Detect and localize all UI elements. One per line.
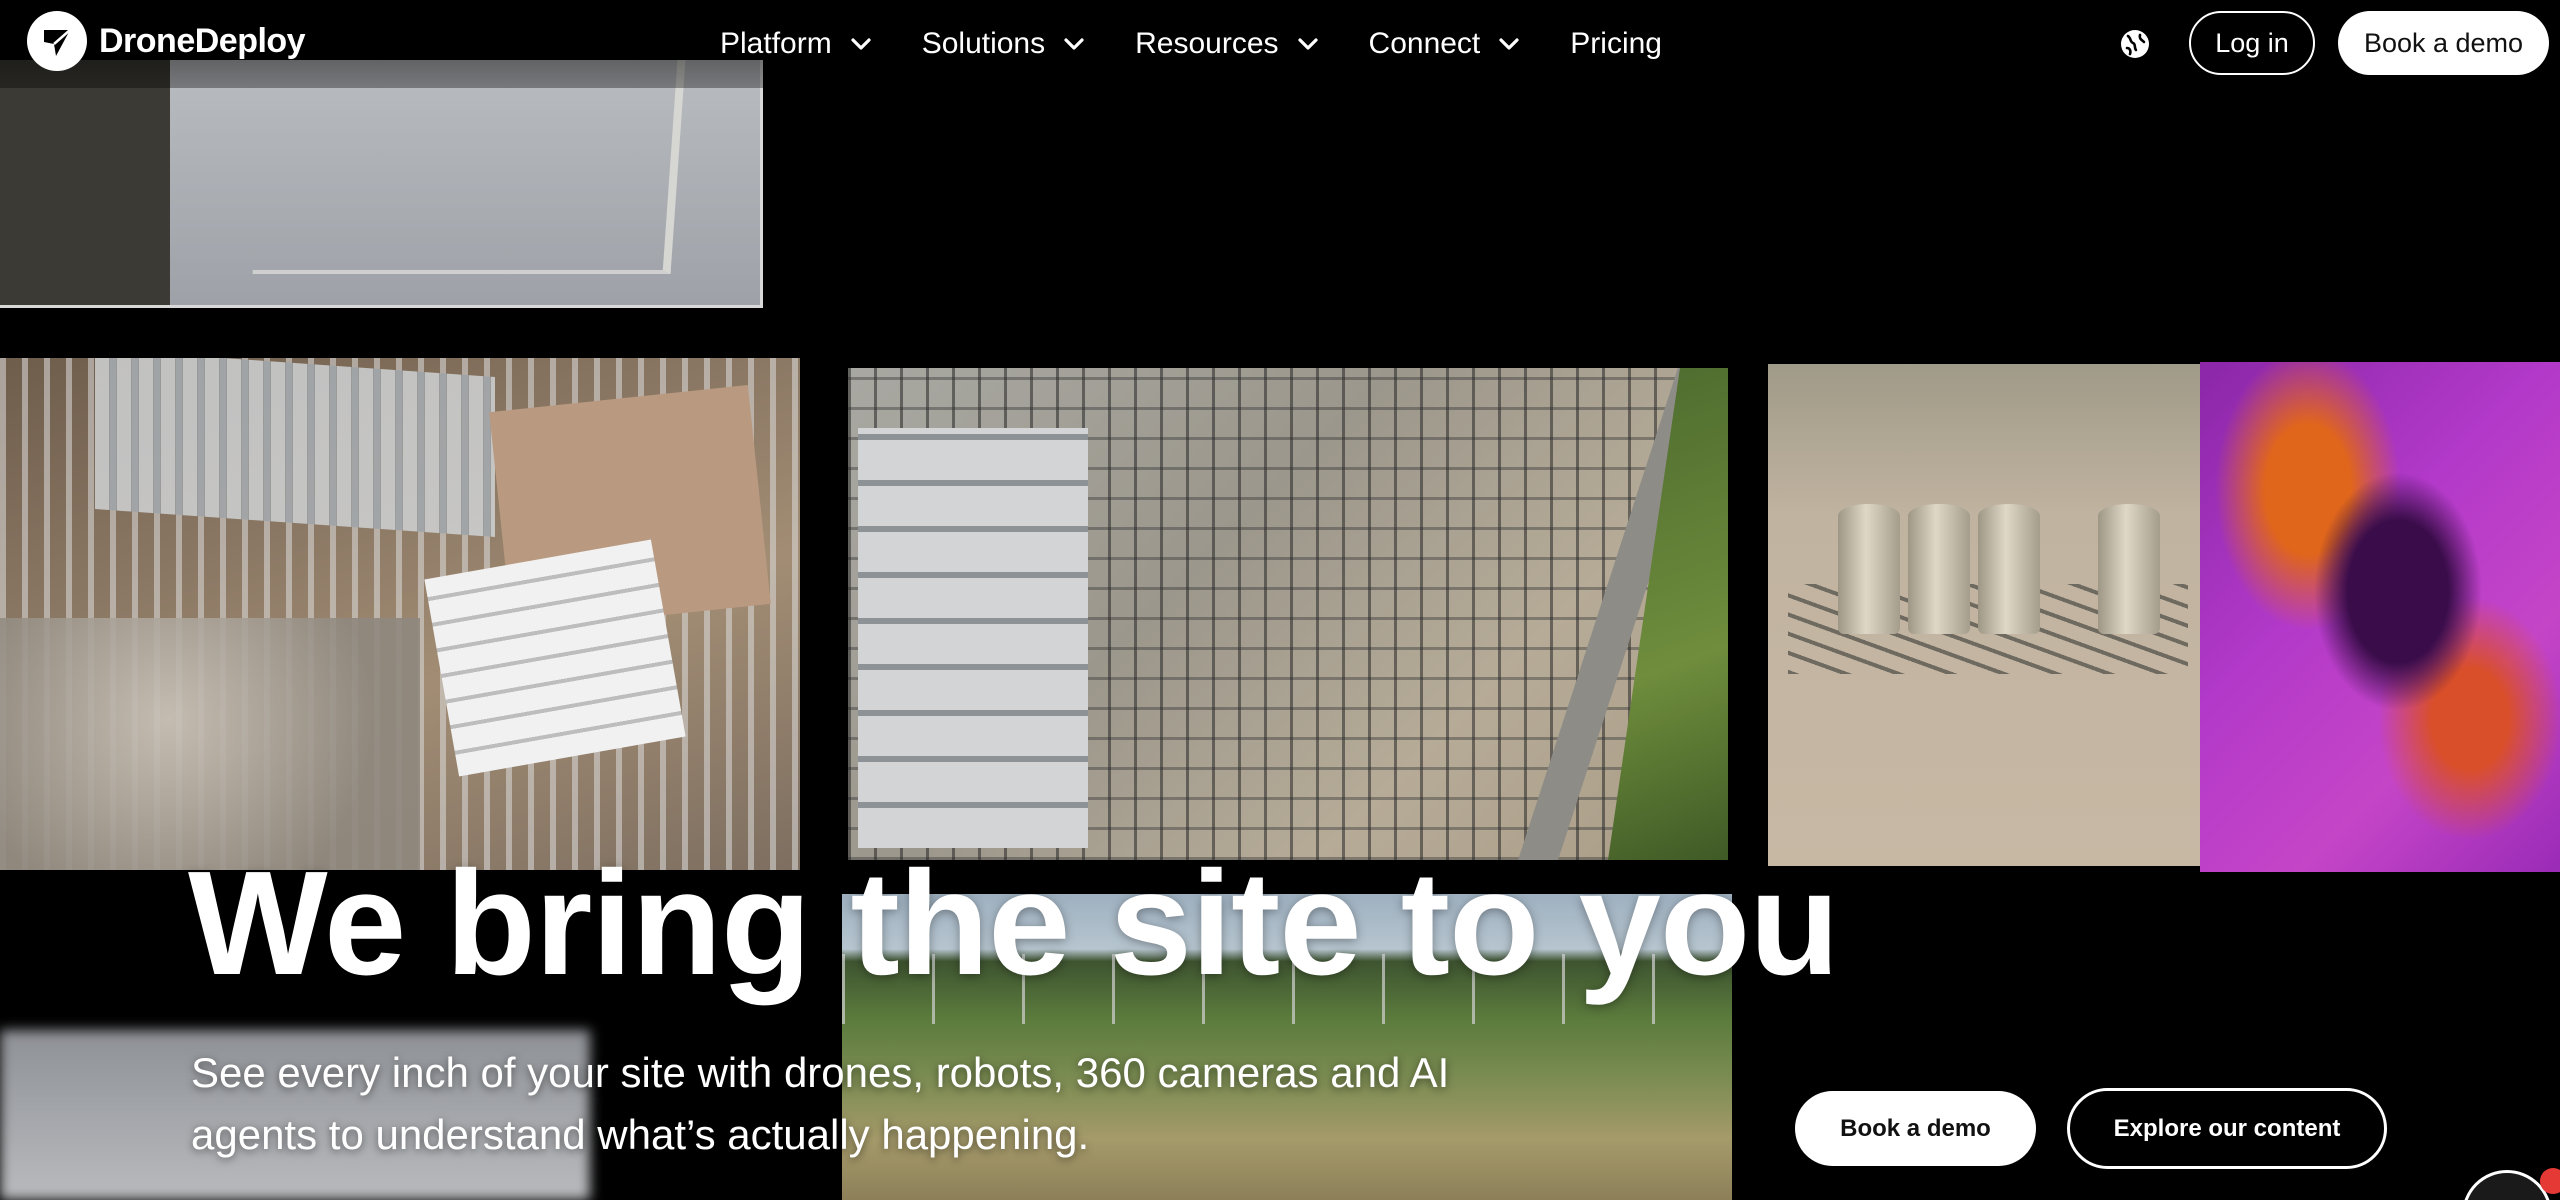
nav-item-solutions[interactable]: Solutions	[922, 27, 1085, 61]
main-menu: Platform Solutions Resources Connect Pri…	[720, 0, 1662, 88]
nav-item-label: Resources	[1135, 27, 1279, 60]
storage-tank	[1908, 504, 1970, 634]
storage-tank	[1838, 504, 1900, 634]
hero-subtitle-line: agents to understand what’s actually hap…	[191, 1111, 1090, 1158]
chat-widget-button[interactable]	[2462, 1170, 2552, 1200]
login-button[interactable]: Log in	[2189, 11, 2315, 75]
globe-icon[interactable]	[2118, 27, 2152, 61]
hero-subtitle-line: See every inch of your site with drones,…	[191, 1049, 1450, 1096]
site-cabins	[424, 539, 686, 777]
notification-badge	[2540, 1168, 2560, 1194]
book-demo-hero-button[interactable]: Book a demo	[1795, 1091, 2036, 1166]
aerial-image-tile-top	[0, 60, 763, 308]
chevron-down-icon	[1498, 37, 1520, 51]
nav-item-label: Pricing	[1570, 27, 1662, 60]
brand-logo[interactable]: DroneDeploy	[27, 11, 306, 71]
nav-item-label: Connect	[1368, 27, 1481, 60]
nav-item-pricing[interactable]: Pricing	[1570, 27, 1662, 61]
top-navigation: DroneDeploy Platform Solutions Resources	[0, 0, 2560, 88]
aerial-image-industrial-tanks	[1768, 364, 2200, 866]
dronedeploy-logo-icon	[27, 11, 87, 71]
nav-item-platform[interactable]: Platform	[720, 27, 872, 61]
chevron-down-icon	[1063, 37, 1085, 51]
storage-tank	[1978, 504, 2040, 634]
site-structure-frame	[252, 60, 686, 274]
hero-subtitle: See every inch of your site with drones,…	[191, 1042, 1591, 1166]
gravel-area	[0, 618, 420, 870]
thermal-image-tile	[2200, 362, 2560, 872]
building-wing	[858, 428, 1088, 848]
aerial-image-steel-frame-site	[848, 368, 1728, 860]
hero-title: We bring the site to you	[188, 841, 1840, 1006]
nav-item-connect[interactable]: Connect	[1369, 27, 1521, 61]
nav-item-label: Platform	[720, 27, 832, 60]
nav-item-label: Solutions	[921, 27, 1046, 60]
book-demo-nav-button[interactable]: Book a demo	[2338, 11, 2549, 75]
brand-name: DroneDeploy	[99, 21, 306, 60]
nav-item-resources[interactable]: Resources	[1135, 27, 1318, 61]
chevron-down-icon	[1297, 37, 1319, 51]
chevron-down-icon	[850, 37, 872, 51]
hero-stage: DroneDeploy Platform Solutions Resources	[0, 0, 2560, 1200]
explore-content-button[interactable]: Explore our content	[2067, 1088, 2387, 1169]
warehouse-roofs	[95, 358, 495, 537]
aerial-image-construction-yard	[0, 358, 800, 870]
storage-tank	[2098, 504, 2160, 634]
